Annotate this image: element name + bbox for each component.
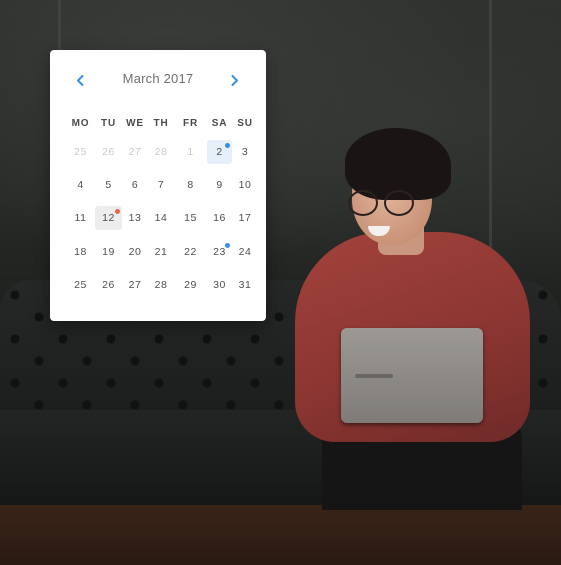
event-dot (225, 243, 230, 248)
day-number: 11 (74, 212, 87, 224)
day-cell[interactable]: 6 (122, 173, 148, 197)
day-cell[interactable]: 31 (232, 273, 258, 297)
day-cell[interactable]: 30 (207, 273, 232, 297)
week-row: 25 26 27 28 1 2 3 (66, 140, 258, 164)
week-row: 25 26 27 28 29 30 31 (66, 273, 258, 297)
week-row: 11 12 13 14 15 16 17 (66, 206, 258, 230)
day-number: 17 (238, 212, 252, 224)
day-cell-other-month[interactable]: 27 (122, 140, 148, 164)
day-number: 31 (238, 279, 252, 291)
day-number: 12 (102, 212, 115, 224)
day-cell[interactable]: 20 (122, 240, 148, 264)
day-number: 30 (213, 279, 226, 291)
calendar-widget: March 2017 MO TU WE TH FR SA SU 25 26 27 28… (50, 50, 266, 321)
day-cell[interactable]: 17 (232, 206, 258, 230)
day-cell-selected[interactable]: 2 (207, 140, 232, 164)
day-number: 16 (213, 212, 226, 224)
day-cell[interactable]: 9 (207, 173, 232, 197)
day-number: 25 (74, 279, 87, 291)
weekday-header: MO TU WE TH FR SA SU (66, 118, 258, 130)
day-cell[interactable]: 8 (174, 173, 207, 197)
day-number: 19 (102, 246, 115, 258)
day-number: 3 (241, 146, 249, 158)
day-cell[interactable]: 26 (95, 273, 122, 297)
day-cell[interactable]: 23 (207, 240, 232, 264)
glasses (348, 190, 418, 216)
day-cell[interactable]: 13 (122, 206, 148, 230)
day-cell-other-month[interactable]: 1 (174, 140, 207, 164)
day-number: 7 (157, 179, 165, 191)
event-dot (225, 143, 230, 148)
weekday-label: TH (153, 118, 169, 129)
weekday-label: TU (101, 118, 116, 129)
day-number: 21 (154, 246, 168, 258)
month-title: March 2017 (122, 71, 194, 86)
day-number: 27 (128, 146, 142, 158)
day-cell[interactable]: 22 (174, 240, 207, 264)
day-number: 23 (213, 246, 226, 258)
day-number: 5 (105, 179, 112, 191)
day-cell-other-month[interactable]: 25 (66, 140, 95, 164)
day-number: 2 (216, 146, 223, 158)
day-number: 10 (238, 179, 252, 191)
day-cell[interactable]: 18 (66, 240, 95, 264)
weekday-label: WE (126, 118, 144, 129)
day-number: 14 (154, 212, 168, 224)
weekday-label: MO (71, 118, 90, 129)
day-cell[interactable]: 21 (148, 240, 174, 264)
day-number: 15 (184, 212, 197, 224)
event-dot (115, 209, 120, 214)
day-cell-other-month[interactable]: 26 (95, 140, 122, 164)
day-number: 6 (131, 179, 139, 191)
day-number: 4 (77, 179, 84, 191)
weekday-label: FR (183, 118, 198, 129)
day-number: 20 (128, 246, 142, 258)
floor (0, 505, 561, 565)
week-row: 4 5 6 7 8 9 10 (66, 173, 258, 197)
day-cell[interactable]: 15 (174, 206, 207, 230)
wall-seam (489, 0, 492, 260)
day-cell[interactable]: 27 (122, 273, 148, 297)
prev-month-button[interactable] (70, 70, 90, 90)
day-number: 26 (102, 279, 115, 291)
day-number: 27 (128, 279, 142, 291)
day-number: 18 (74, 246, 87, 258)
day-cell[interactable]: 3 (232, 140, 258, 164)
laptop-logo (355, 374, 393, 378)
day-cell[interactable]: 24 (232, 240, 258, 264)
day-number: 8 (187, 179, 194, 191)
laptop (341, 328, 483, 423)
day-cell[interactable]: 5 (95, 173, 122, 197)
day-number: 13 (128, 212, 142, 224)
day-number: 22 (184, 246, 197, 258)
day-cell-other-month[interactable]: 28 (148, 140, 174, 164)
weekday-label: SA (211, 118, 228, 129)
day-cell[interactable]: 11 (66, 206, 95, 230)
day-number: 24 (238, 246, 252, 258)
day-number: 1 (187, 146, 194, 158)
week-row: 18 19 20 21 22 23 24 (66, 240, 258, 264)
day-number: 25 (74, 146, 87, 158)
day-cell[interactable]: 4 (66, 173, 95, 197)
day-cell[interactable]: 19 (95, 240, 122, 264)
day-cell[interactable]: 10 (232, 173, 258, 197)
day-cell[interactable]: 7 (148, 173, 174, 197)
day-cell[interactable]: 29 (174, 273, 207, 297)
day-cell[interactable]: 16 (207, 206, 232, 230)
day-number: 26 (102, 146, 115, 158)
day-cell[interactable]: 12 (95, 206, 122, 230)
weekday-label: SU (237, 118, 253, 129)
day-cell[interactable]: 28 (148, 273, 174, 297)
chevron-left-icon (77, 74, 84, 86)
day-number: 9 (216, 179, 223, 191)
day-cell[interactable]: 25 (66, 273, 95, 297)
day-cell[interactable]: 14 (148, 206, 174, 230)
next-month-button[interactable] (225, 70, 245, 90)
chevron-right-icon (231, 74, 238, 86)
day-number: 28 (154, 279, 168, 291)
day-number: 28 (154, 146, 168, 158)
day-number: 29 (184, 279, 197, 291)
